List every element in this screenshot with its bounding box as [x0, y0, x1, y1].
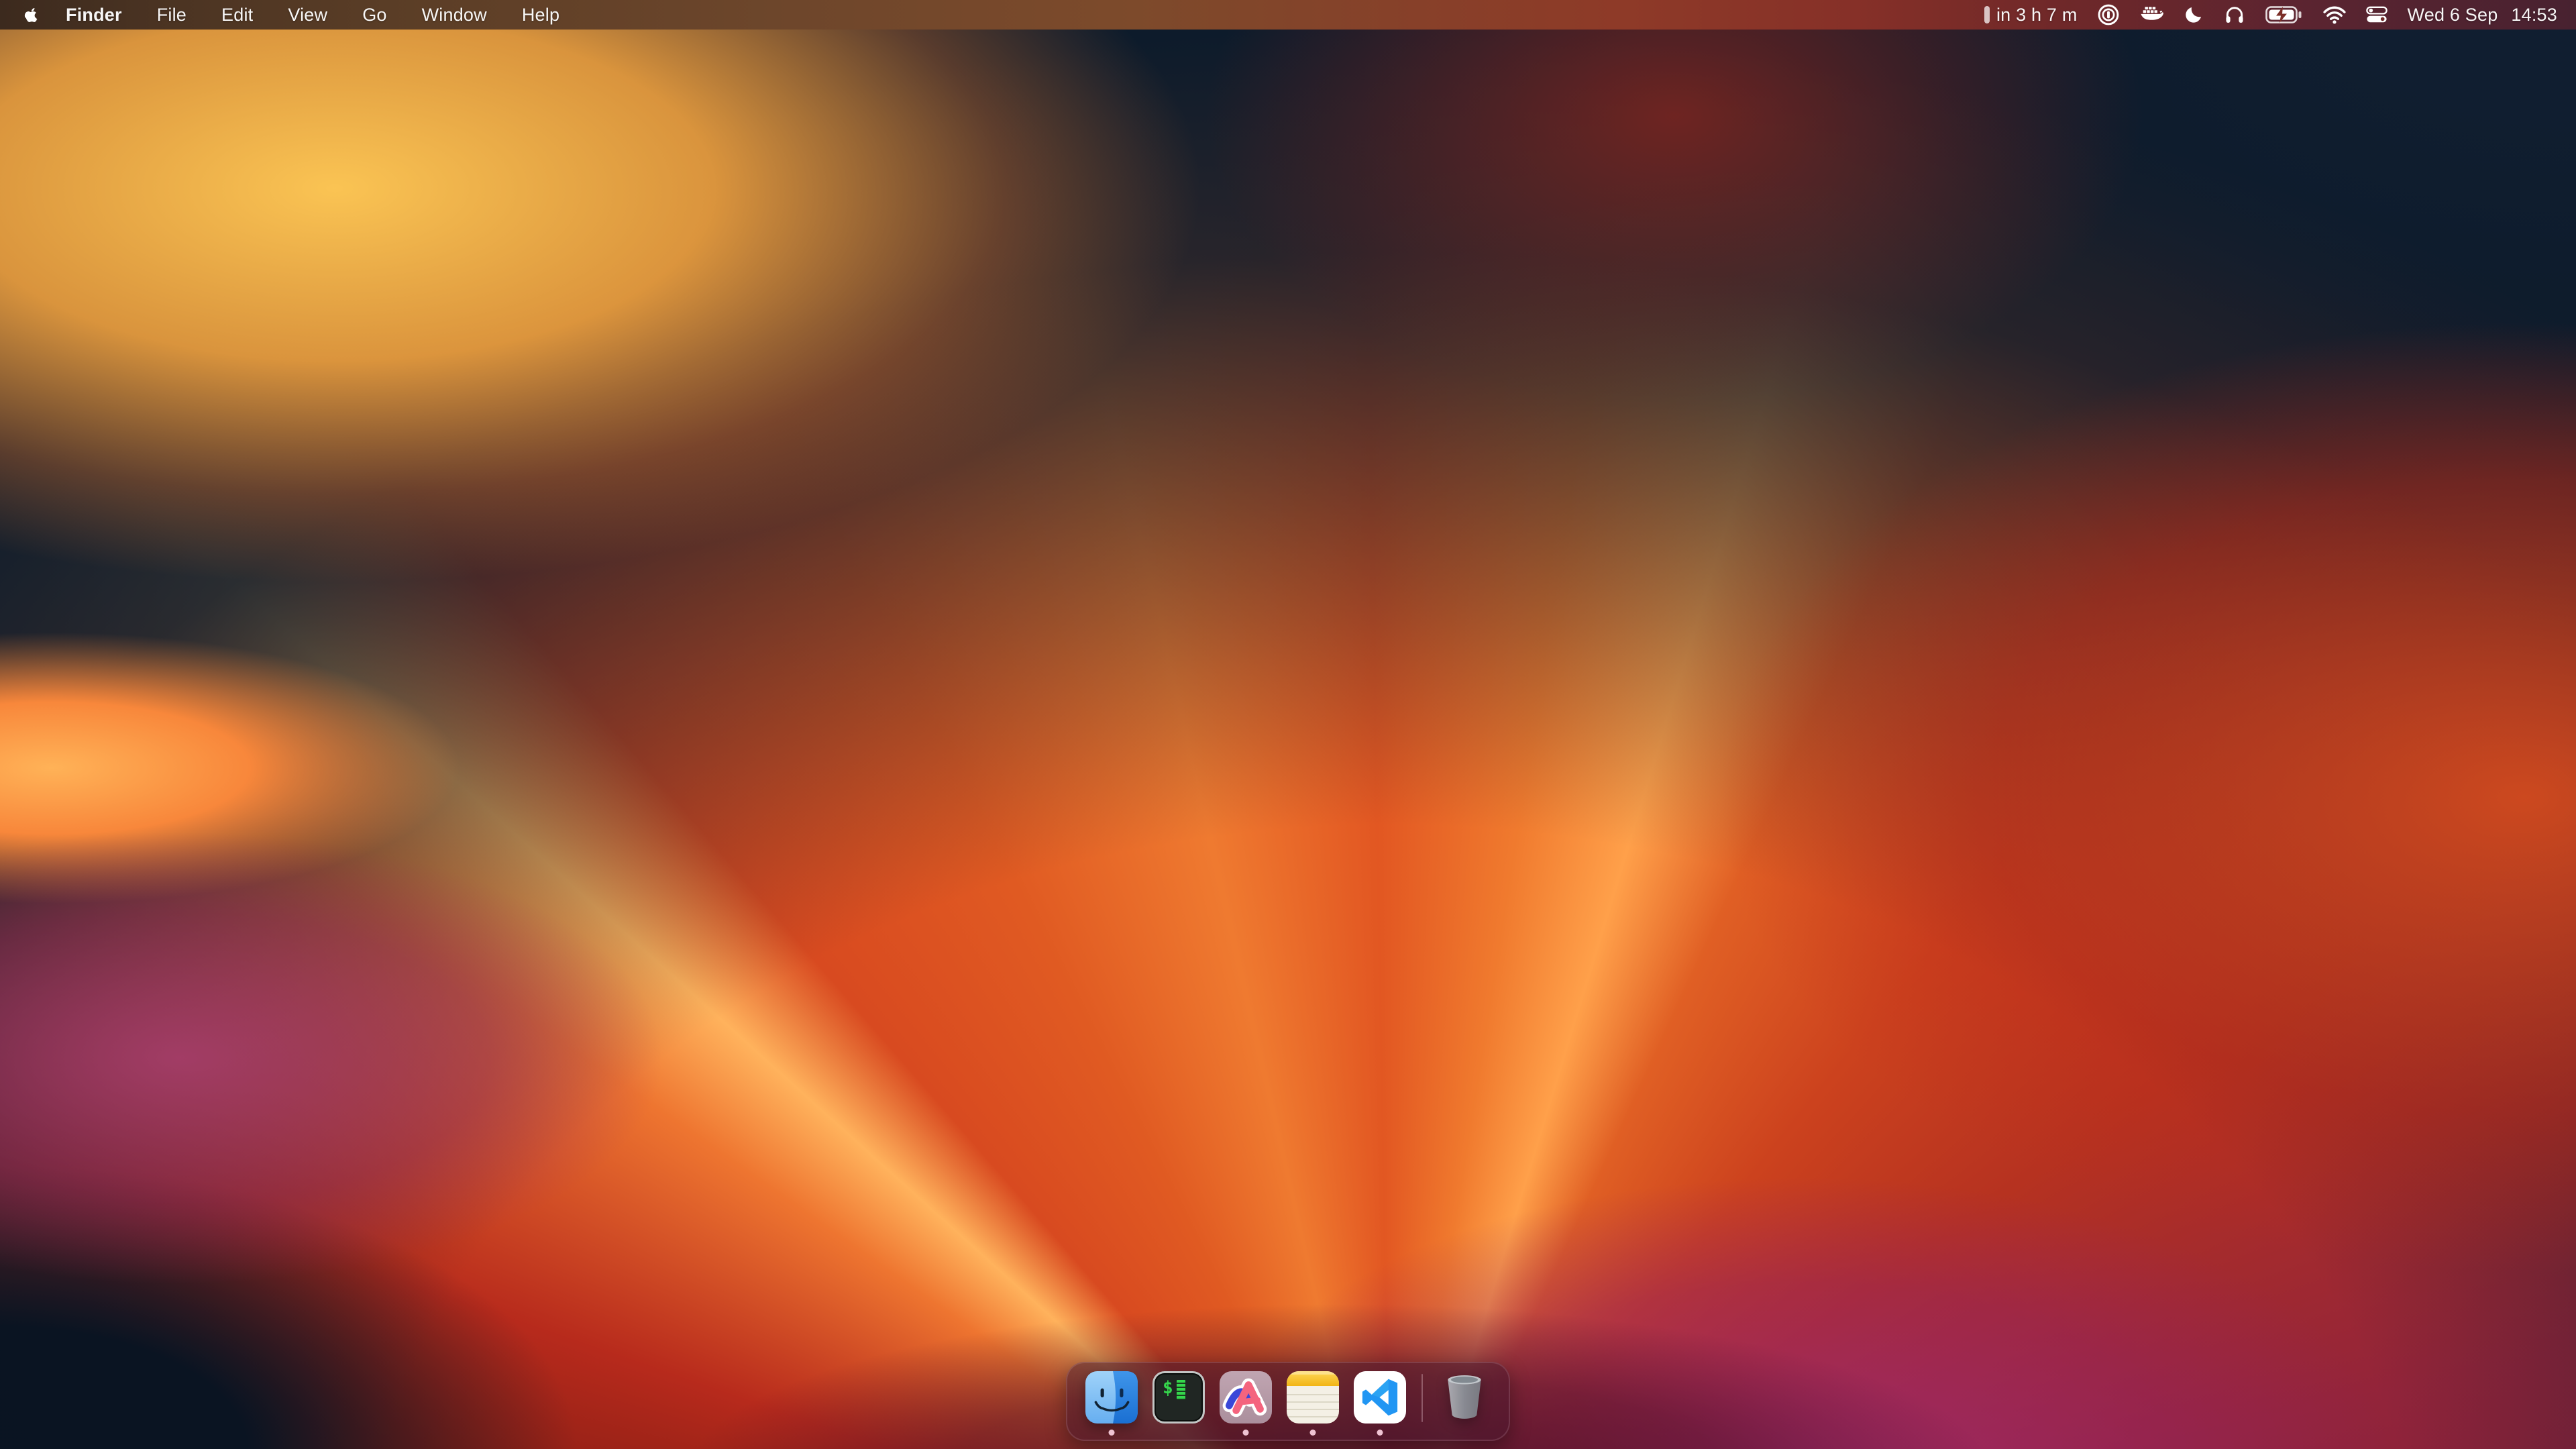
battery-charging-icon [2265, 5, 2303, 24]
status-1password[interactable] [2098, 0, 2119, 30]
terminal-icon: $ [1152, 1371, 1205, 1424]
menu-bar-left: Finder File Edit View Go Window Help [0, 0, 577, 30]
dock-item-trash[interactable] [1431, 1371, 1498, 1437]
clock-date: Wed 6 Sep [2408, 5, 2498, 25]
menu-edit[interactable]: Edit [204, 0, 270, 30]
clock-time: 14:53 [2511, 5, 2557, 25]
wifi-icon [2323, 6, 2346, 24]
dock: $ [1066, 1362, 1510, 1441]
menu-bar: Finder File Edit View Go Window Help in … [0, 0, 2576, 30]
dock-item-notes[interactable] [1279, 1371, 1346, 1437]
timer-label: in 3 h 7 m [1996, 5, 2078, 25]
arc-browser-icon [1220, 1371, 1272, 1424]
status-timer[interactable]: in 3 h 7 m [1984, 0, 2078, 30]
notes-header [1287, 1371, 1339, 1386]
running-indicator [1377, 1430, 1383, 1436]
apple-logo-icon [24, 6, 39, 24]
running-indicator [1243, 1430, 1249, 1436]
dock-item-arc[interactable] [1212, 1371, 1279, 1437]
app-menu-title[interactable]: Finder [48, 0, 140, 30]
docker-whale-icon [2139, 5, 2163, 24]
dock-item-finder[interactable] [1078, 1371, 1145, 1437]
status-battery[interactable] [2265, 0, 2303, 30]
trash-icon [1438, 1371, 1491, 1424]
menu-view[interactable]: View [270, 0, 345, 30]
timer-capsule-icon [1984, 6, 1990, 23]
wallpaper[interactable] [0, 0, 2576, 1449]
headphones-icon [2224, 4, 2245, 25]
menu-bar-status-area: in 3 h 7 m [1984, 0, 2576, 30]
terminal-prompt-glyph: $ [1163, 1380, 1173, 1396]
moon-icon [2184, 5, 2204, 25]
vscode-icon [1354, 1371, 1406, 1424]
notes-icon [1287, 1371, 1339, 1424]
finder-icon [1085, 1371, 1138, 1424]
menu-help[interactable]: Help [504, 0, 577, 30]
terminal-cursor [1177, 1380, 1185, 1400]
menu-file[interactable]: File [140, 0, 204, 30]
dock-separator [1421, 1374, 1423, 1422]
status-wifi[interactable] [2323, 0, 2346, 30]
running-indicator [1310, 1430, 1316, 1436]
status-focus-mode[interactable] [2184, 0, 2204, 30]
status-audio-device[interactable] [2224, 0, 2245, 30]
menu-bar-clock[interactable]: Wed 6 Sep 14:53 [2408, 5, 2557, 25]
running-indicator [1109, 1430, 1115, 1436]
menu-window[interactable]: Window [405, 0, 504, 30]
menu-go[interactable]: Go [345, 0, 404, 30]
status-control-center[interactable] [2366, 0, 2387, 30]
dock-item-vscode[interactable] [1346, 1371, 1413, 1437]
status-docker[interactable] [2139, 0, 2163, 30]
apple-menu[interactable] [17, 0, 48, 30]
desktop: Finder File Edit View Go Window Help in … [0, 0, 2576, 1449]
1password-icon [2098, 4, 2119, 25]
control-center-icon [2366, 6, 2387, 23]
dock-item-terminal[interactable]: $ [1145, 1371, 1212, 1437]
